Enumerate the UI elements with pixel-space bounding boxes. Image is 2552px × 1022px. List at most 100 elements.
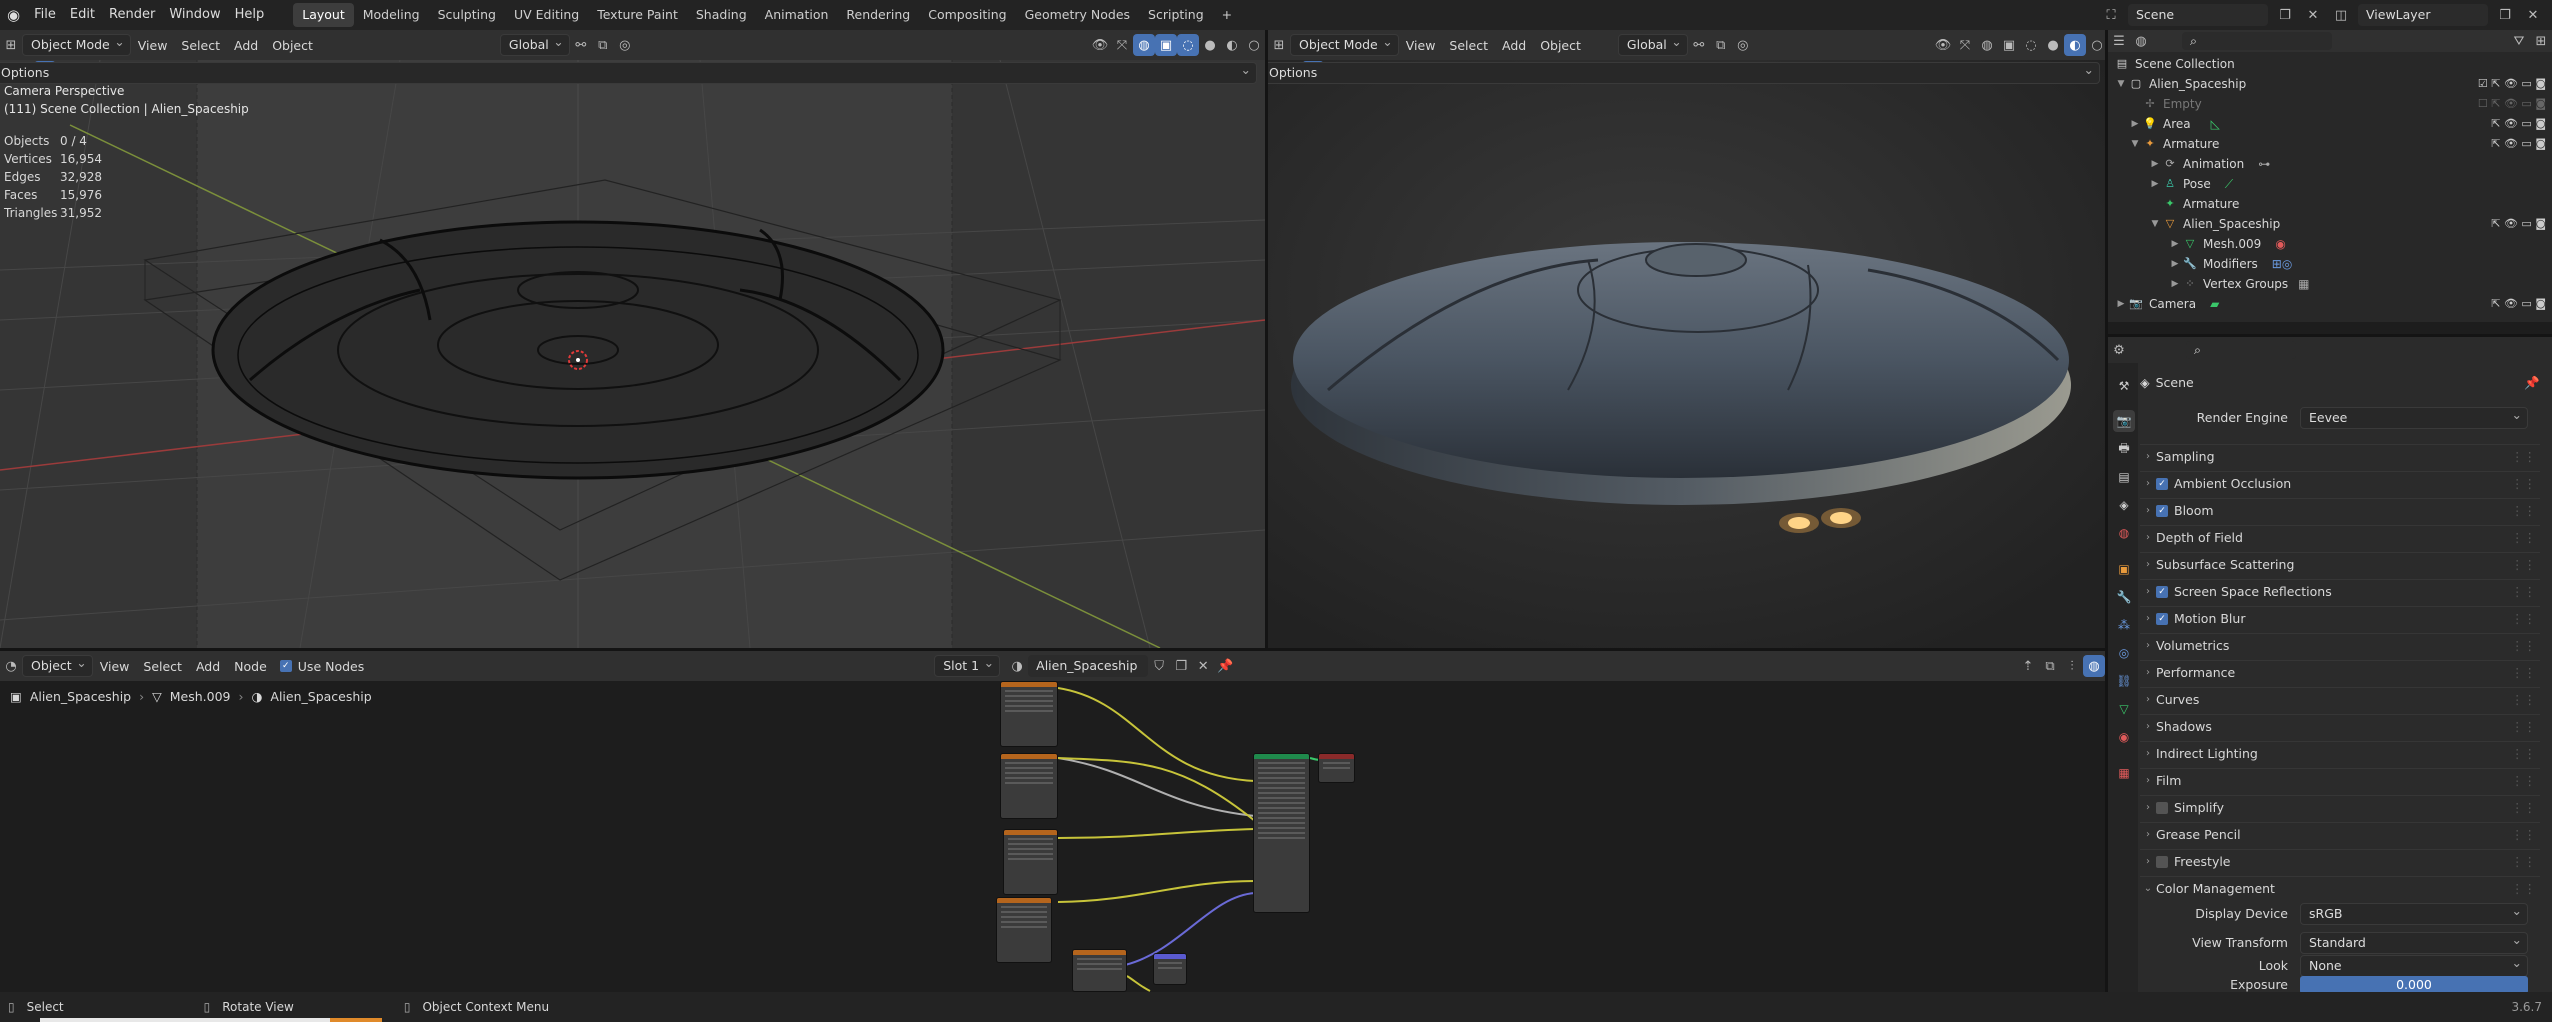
tab-uv-editing[interactable]: UV Editing: [505, 3, 588, 27]
particles-tab-icon[interactable]: ⁂: [2113, 614, 2135, 636]
transform-orientation[interactable]: Global: [1617, 32, 1688, 56]
tab-animation[interactable]: Animation: [756, 3, 838, 27]
overlay-icon[interactable]: ◍: [1133, 34, 1155, 56]
outliner-row-alien-spaceship-collection[interactable]: ▼ ▢ Alien_Spaceship ☑ ⇱ 👁 ▭ ◙: [2108, 74, 2552, 94]
expand-arrow-icon[interactable]: ▶: [2114, 294, 2128, 314]
right-viewport[interactable]: ▸ ▦ ▤ ▥ ▧ Options: [1268, 60, 2108, 648]
panel-screen-space-reflections[interactable]: › ✓ Screen Space Reflections ⋮⋮: [2140, 579, 2540, 603]
scene-icon[interactable]: ⛶: [2100, 4, 2122, 26]
properties-search-input[interactable]: ⌕: [2186, 341, 2296, 359]
expand-arrow-icon[interactable]: ▶: [2168, 234, 2182, 254]
chevron-right-icon[interactable]: ›: [2140, 607, 2156, 631]
normal-map-node[interactable]: [1153, 953, 1187, 985]
modifiers-tab-icon[interactable]: 🔧: [2113, 586, 2135, 608]
editor-type-icon[interactable]: ⚙: [2108, 339, 2130, 361]
panel-checkbox[interactable]: ✓: [2156, 477, 2168, 490]
menu-select[interactable]: Select: [174, 38, 227, 53]
outliner-row-armature-data[interactable]: ✦ Armature: [2108, 194, 2552, 214]
outliner-search-input[interactable]: ⌕: [2182, 32, 2332, 50]
xray-icon[interactable]: ▣: [1155, 34, 1177, 56]
slot-selector[interactable]: Slot 1: [934, 653, 1001, 677]
expand-arrow-icon[interactable]: ▼: [2114, 74, 2128, 94]
drag-handle-icon[interactable]: ⋮⋮: [2511, 715, 2536, 739]
new-view-layer-icon[interactable]: ❐: [2494, 4, 2516, 26]
render-engine-dropdown[interactable]: Eevee: [2300, 405, 2528, 429]
chevron-right-icon[interactable]: ›: [2140, 553, 2156, 577]
material-icon[interactable]: ◑: [1006, 655, 1028, 677]
chevron-right-icon[interactable]: ›: [2140, 715, 2156, 739]
panel-indirect-lighting[interactable]: › Indirect Lighting ⋮⋮: [2140, 741, 2540, 765]
delete-scene-icon[interactable]: ✕: [2302, 4, 2324, 26]
pivot-icon[interactable]: ⚯: [1688, 34, 1710, 56]
drag-handle-icon[interactable]: ⋮⋮: [2511, 688, 2536, 712]
tool-tab-icon[interactable]: ⚒: [2113, 375, 2135, 397]
mode-selector[interactable]: Object Mode: [22, 32, 131, 56]
outliner-row-armature[interactable]: ▼ ✦ Armature ⇱ 👁 ▭ ◙: [2108, 134, 2552, 154]
outliner-row-modifiers[interactable]: ▶ 🔧 Modifiers ⊞◎: [2108, 254, 2552, 274]
panel-subsurface-scattering[interactable]: › Subsurface Scattering ⋮⋮: [2140, 552, 2540, 576]
proportional-edit-icon[interactable]: ◎: [614, 34, 636, 56]
display-mode-icon[interactable]: ◍: [2130, 30, 2152, 52]
view-layer-icon[interactable]: ◫: [2330, 4, 2352, 26]
menu-object[interactable]: Object: [1533, 38, 1588, 53]
outliner-row-animation[interactable]: ▶ ⟳ Animation ⊶: [2108, 154, 2552, 174]
outliner-row-area[interactable]: ▶ 💡 Area ◺ ⇱ 👁 ▭ ◙: [2108, 114, 2552, 134]
menu-node[interactable]: Node: [227, 659, 274, 674]
panel-grease-pencil[interactable]: › Grease Pencil ⋮⋮: [2140, 822, 2540, 846]
options-dropdown[interactable]: Options: [0, 60, 1257, 84]
scene-selector[interactable]: Scene: [2128, 4, 2268, 26]
gizmo-icon[interactable]: ⤧: [1954, 34, 1976, 56]
drag-handle-icon[interactable]: ⋮⋮: [2511, 661, 2536, 685]
expand-arrow-icon[interactable]: ▶: [2168, 274, 2182, 294]
use-nodes-checkbox[interactable]: ✓: [279, 660, 292, 672]
constraints-tab-icon[interactable]: ⛓: [2113, 670, 2135, 692]
visibility-icon[interactable]: 👁: [1089, 34, 1111, 56]
tab-texture-paint[interactable]: Texture Paint: [588, 3, 687, 27]
chevron-right-icon[interactable]: ›: [2140, 823, 2156, 847]
blender-logo-icon[interactable]: ◉: [0, 0, 27, 30]
expand-arrow-icon[interactable]: ▶: [2168, 254, 2182, 274]
world-tab-icon[interactable]: ◍: [2113, 522, 2135, 544]
wireframe-shading-icon[interactable]: ◌: [1177, 34, 1199, 56]
transform-orientation[interactable]: Global: [499, 32, 570, 56]
texture-tab-icon[interactable]: ▦: [2113, 762, 2135, 784]
material-shading-icon[interactable]: ◐: [2064, 34, 2086, 56]
visibility-toggles[interactable]: ☑ ⇱ 👁 ▭ ◙: [2478, 74, 2546, 94]
chevron-right-icon[interactable]: ›: [2140, 796, 2156, 820]
panel-motion-blur[interactable]: › ✓ Motion Blur ⋮⋮: [2140, 606, 2540, 630]
panel-performance[interactable]: › Performance ⋮⋮: [2140, 660, 2540, 684]
editor-type-icon[interactable]: ⊞: [0, 34, 22, 56]
look-dropdown[interactable]: None: [2300, 953, 2528, 977]
solid-shading-icon[interactable]: ●: [2042, 34, 2064, 56]
tab-sculpting[interactable]: Sculpting: [429, 3, 505, 27]
snap-icon[interactable]: ⧉: [592, 34, 614, 56]
pin-icon[interactable]: 📌: [1214, 655, 1236, 677]
tab-scripting[interactable]: Scripting: [1139, 3, 1213, 27]
pin-icon[interactable]: 📌: [2524, 371, 2540, 395]
tab-geometry-nodes[interactable]: Geometry Nodes: [1016, 3, 1139, 27]
menu-view[interactable]: View: [93, 659, 137, 674]
chevron-right-icon[interactable]: ›: [2140, 526, 2156, 550]
panel-checkbox[interactable]: ✓: [2156, 504, 2168, 517]
panel-bloom[interactable]: › ✓ Bloom ⋮⋮: [2140, 498, 2540, 522]
add-workspace-button[interactable]: +: [1213, 3, 1241, 27]
rendered-shading-icon[interactable]: ○: [1243, 34, 1265, 56]
drag-handle-icon[interactable]: ⋮⋮: [2511, 580, 2536, 604]
overlay-icon[interactable]: ◍: [2083, 655, 2105, 677]
outliner-row-empty[interactable]: ✢ Empty ☐ ⇱ 👁 ▭ ◙: [2108, 94, 2552, 114]
panel-freestyle[interactable]: › Freestyle ⋮⋮: [2140, 849, 2540, 873]
expand-arrow-icon[interactable]: ▼: [2128, 134, 2142, 154]
pivot-icon[interactable]: ⚯: [570, 34, 592, 56]
editor-type-icon[interactable]: ☰: [2108, 30, 2130, 52]
wireframe-shading-icon[interactable]: ◌: [2020, 34, 2042, 56]
drag-handle-icon[interactable]: ⋮⋮: [2511, 607, 2536, 631]
drag-handle-icon[interactable]: ⋮⋮: [2511, 877, 2536, 901]
chevron-right-icon[interactable]: ›: [2140, 472, 2156, 496]
panel-shadows[interactable]: › Shadows ⋮⋮: [2140, 714, 2540, 738]
shader-type-selector[interactable]: Object: [22, 653, 93, 677]
drag-handle-icon[interactable]: ⋮⋮: [2511, 823, 2536, 847]
visibility-toggles[interactable]: ⇱ 👁 ▭ ◙: [2491, 114, 2546, 134]
chevron-right-icon[interactable]: ›: [2140, 634, 2156, 658]
outliner-row-scene-collection[interactable]: ▤ Scene Collection: [2108, 54, 2552, 74]
snap-icon[interactable]: ⧉: [1710, 34, 1732, 56]
